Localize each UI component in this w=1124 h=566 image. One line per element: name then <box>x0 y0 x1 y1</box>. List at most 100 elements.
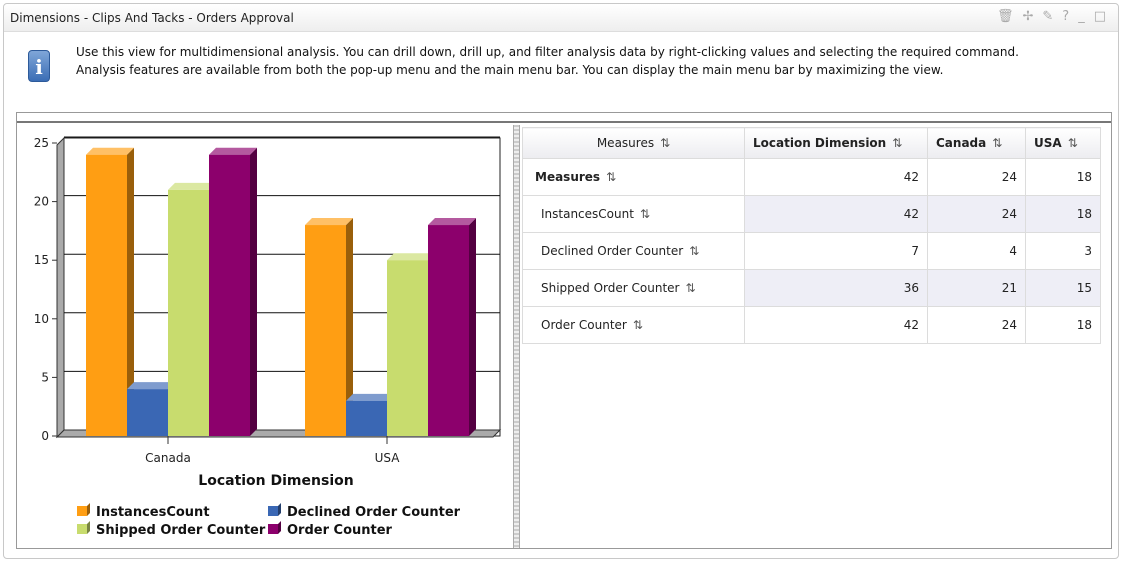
help-icon[interactable]: ? <box>1062 9 1069 24</box>
table-row: Measures ⇅ 42 24 18 <box>522 158 1101 196</box>
table-row: Shipped Order Counter ⇅ 36 21 15 <box>522 269 1101 307</box>
cell-value[interactable]: 18 <box>1025 306 1101 344</box>
view-panel: Dimensions - Clips And Tacks - Orders Ap… <box>3 3 1119 559</box>
legend-swatch-side <box>278 503 281 516</box>
legend-label: Declined Order Counter <box>287 505 461 520</box>
y-tick-label: 15 <box>34 253 49 267</box>
cell-value[interactable]: 42 <box>744 306 928 344</box>
x-tick-label: Canada <box>145 451 191 465</box>
header-label: Measures <box>596 136 655 150</box>
row-header[interactable]: Shipped Order Counter ⇅ <box>522 269 745 307</box>
sort-icon[interactable]: ⇅ <box>633 318 643 332</box>
header-label: Location Dimension <box>753 136 887 150</box>
legend-swatch <box>268 506 278 516</box>
legend-swatch <box>77 506 87 516</box>
row-header[interactable]: InstancesCount ⇅ <box>522 195 745 233</box>
toolbar-strip <box>17 113 1111 123</box>
cell-value[interactable]: 18 <box>1025 158 1101 196</box>
cell-value[interactable]: 7 <box>744 232 928 270</box>
column-header[interactable]: Location Dimension ⇅ <box>744 127 928 159</box>
bar-top <box>346 393 394 401</box>
bar-top <box>168 182 216 190</box>
sort-icon[interactable]: ⇅ <box>606 170 616 184</box>
row-header[interactable]: Declined Order Counter ⇅ <box>522 232 745 270</box>
sort-icon[interactable]: ⇅ <box>685 281 695 295</box>
pin-icon[interactable]: ✢ <box>1022 9 1033 24</box>
bar-instancescount-usa <box>305 225 346 436</box>
cell-value[interactable]: 18 <box>1025 195 1101 233</box>
bar-top <box>428 218 476 226</box>
cell-value[interactable]: 36 <box>744 269 928 307</box>
bar-side <box>469 218 476 436</box>
info-icon: i <box>28 50 50 82</box>
plot-side-wall <box>56 136 65 439</box>
bar-chart: 0 5 10 15 20 25 Canada USA Location Dimension Ins… <box>34 136 502 538</box>
chart-pane: 0 5 10 15 20 25 Canada USA Location Dimension Ins… <box>17 125 513 548</box>
bar-top <box>209 147 257 155</box>
header-label: USA <box>1034 136 1062 150</box>
table-row: InstancesCount ⇅ 42 24 18 <box>522 195 1101 233</box>
sort-icon[interactable]: ⇅ <box>640 207 650 221</box>
column-header[interactable]: Measures ⇅ <box>522 127 745 159</box>
row-label: InstancesCount <box>541 207 634 221</box>
legend-swatch-side <box>87 521 90 534</box>
bar-order-counter-canada <box>209 154 250 436</box>
cell-value[interactable]: 24 <box>927 195 1026 233</box>
cell-value[interactable]: 3 <box>1025 232 1101 270</box>
sort-icon[interactable]: ⇅ <box>1068 136 1078 150</box>
cell-value[interactable]: 24 <box>927 306 1026 344</box>
header-label: Canada <box>936 136 987 150</box>
edit-icon[interactable]: ✎ <box>1042 9 1053 24</box>
cell-value[interactable]: 21 <box>927 269 1026 307</box>
bar-side <box>250 147 257 436</box>
cell-value[interactable]: 42 <box>744 158 928 196</box>
minimize-icon[interactable]: _ <box>1078 9 1085 24</box>
crosstab-pane: Measures ⇅ Location Dimension ⇅ Canada ⇅ USA ⇅ … <box>522 127 1101 344</box>
legend-label: Shipped Order Counter <box>96 523 266 538</box>
column-header[interactable]: Canada ⇅ <box>927 127 1026 159</box>
cell-value[interactable]: 15 <box>1025 269 1101 307</box>
legend-label: Order Counter <box>287 523 393 538</box>
row-header[interactable]: Measures ⇅ <box>522 158 745 196</box>
x-tick-label: USA <box>375 451 401 465</box>
y-tick-label: 10 <box>34 312 49 326</box>
sort-icon[interactable]: ⇅ <box>892 136 902 150</box>
legend-swatch-side <box>87 503 90 516</box>
splitter-handle[interactable] <box>513 125 520 548</box>
view-title: Dimensions - Clips And Tacks - Orders Ap… <box>10 11 294 25</box>
legend-label: InstancesCount <box>96 505 210 520</box>
x-axis-label: Location Dimension <box>198 473 353 489</box>
row-label: Shipped Order Counter <box>541 281 680 295</box>
table-row: Order Counter ⇅ 42 24 18 <box>522 306 1101 344</box>
row-label: Measures <box>535 170 601 184</box>
crosstab-table: Measures ⇅ Location Dimension ⇅ Canada ⇅ USA ⇅ … <box>522 127 1101 344</box>
cell-value[interactable]: 24 <box>927 158 1026 196</box>
trash-icon[interactable]: 🗑 <box>997 9 1014 24</box>
y-tick-label: 20 <box>34 195 49 209</box>
sort-icon[interactable]: ⇅ <box>992 136 1002 150</box>
legend-swatch <box>77 524 87 534</box>
y-tick-label: 25 <box>34 136 49 150</box>
analysis-area: 0 5 10 15 20 25 Canada USA Location Dimension Ins… <box>16 112 1112 549</box>
cell-value[interactable]: 4 <box>927 232 1026 270</box>
legend-swatch-side <box>278 521 281 534</box>
bar-top <box>387 253 435 261</box>
table-row: Declined Order Counter ⇅ 7 4 3 <box>522 232 1101 270</box>
bar-shipped-order-counter-canada <box>168 189 209 436</box>
y-tick-label: 0 <box>41 429 49 443</box>
bar-instancescount-canada <box>86 154 127 436</box>
y-tick-label: 5 <box>41 370 49 384</box>
row-label: Declined Order Counter <box>541 244 684 258</box>
maximize-icon[interactable]: □ <box>1094 9 1106 24</box>
bar-declined-order-counter-canada <box>127 389 168 436</box>
sort-icon[interactable]: ⇅ <box>689 244 699 258</box>
info-text: Use this view for multidimensional analy… <box>76 45 1019 77</box>
bar-top <box>127 382 175 390</box>
legend-swatch <box>268 524 278 534</box>
sort-icon[interactable]: ⇅ <box>660 136 670 150</box>
bar-top <box>305 218 353 226</box>
row-header[interactable]: Order Counter ⇅ <box>522 306 745 344</box>
cell-value[interactable]: 42 <box>744 195 928 233</box>
column-header[interactable]: USA ⇅ <box>1025 127 1101 159</box>
bar-declined-order-counter-usa <box>346 400 387 436</box>
